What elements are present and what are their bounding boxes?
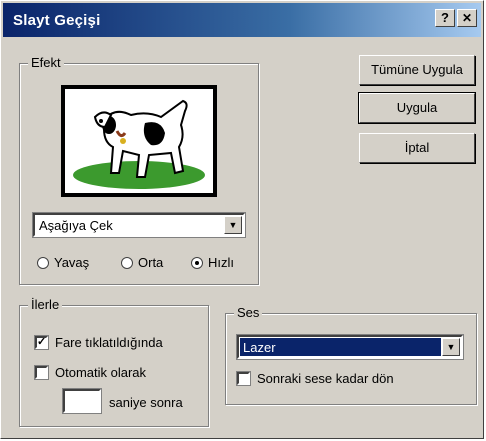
sound-group: Ses [225, 305, 477, 405]
apply-button[interactable]: Uygula [358, 92, 476, 124]
automatically-checkbox[interactable] [34, 365, 49, 380]
transition-preview[interactable] [61, 85, 217, 197]
radio-slow-label: Yavaş [54, 255, 90, 270]
loop-until-next-option[interactable]: Sonraki sese kadar dön [236, 371, 394, 386]
seconds-input[interactable] [62, 388, 102, 414]
speed-radio-group: Yavaş Orta Hızlı [37, 255, 257, 275]
cancel-button[interactable]: İptal [359, 133, 475, 163]
dog-picture [73, 99, 205, 189]
sound-group-label: Ses [234, 305, 263, 320]
effect-combo[interactable]: Aşağıya Çek ▼ [32, 212, 246, 238]
preview-canvas [65, 89, 213, 193]
on-mouse-click-option[interactable]: ✓ Fare tıklatıldığında [34, 335, 163, 350]
radio-slow[interactable]: Yavaş [37, 255, 89, 270]
automatically-option[interactable]: Otomatik olarak [34, 365, 147, 380]
sound-combo[interactable]: Lazer ▼ [236, 334, 464, 360]
help-button[interactable]: ? [435, 9, 455, 27]
advance-group-label: İlerle [28, 297, 63, 312]
on-mouse-click-label: Fare tıklatıldığında [55, 335, 163, 350]
radio-medium[interactable]: Orta [121, 255, 163, 270]
slide-transition-dialog: Slayt Geçişi ? ✕ Efekt Aşağıya Çek ▼ Yav… [0, 0, 484, 439]
chevron-down-icon[interactable]: ▼ [442, 338, 460, 356]
radio-fast-label: Hızlı [208, 255, 234, 270]
radio-medium-circle [121, 256, 133, 269]
radio-fast[interactable]: Hızlı [191, 255, 234, 270]
title-bar[interactable]: Slayt Geçişi ? ✕ [3, 3, 481, 37]
radio-medium-label: Orta [138, 255, 164, 270]
radio-fast-circle [191, 256, 203, 269]
loop-until-next-checkbox[interactable] [236, 371, 251, 386]
apply-all-button[interactable]: Tümüne Uygula [359, 55, 475, 85]
window-title: Slayt Geçişi [13, 12, 101, 29]
effect-combo-value: Aşağıya Çek [39, 218, 113, 233]
close-button[interactable]: ✕ [457, 9, 477, 27]
loop-until-next-label: Sonraki sese kadar dön [257, 371, 394, 386]
on-mouse-click-checkbox[interactable]: ✓ [34, 335, 49, 350]
seconds-after-label: saniye sonra [109, 395, 183, 410]
effect-group-label: Efekt [28, 55, 64, 70]
sound-combo-value: Lazer [243, 340, 276, 355]
radio-slow-circle [37, 256, 49, 269]
chevron-down-icon[interactable]: ▼ [224, 216, 242, 234]
automatically-label: Otomatik olarak [55, 365, 147, 380]
